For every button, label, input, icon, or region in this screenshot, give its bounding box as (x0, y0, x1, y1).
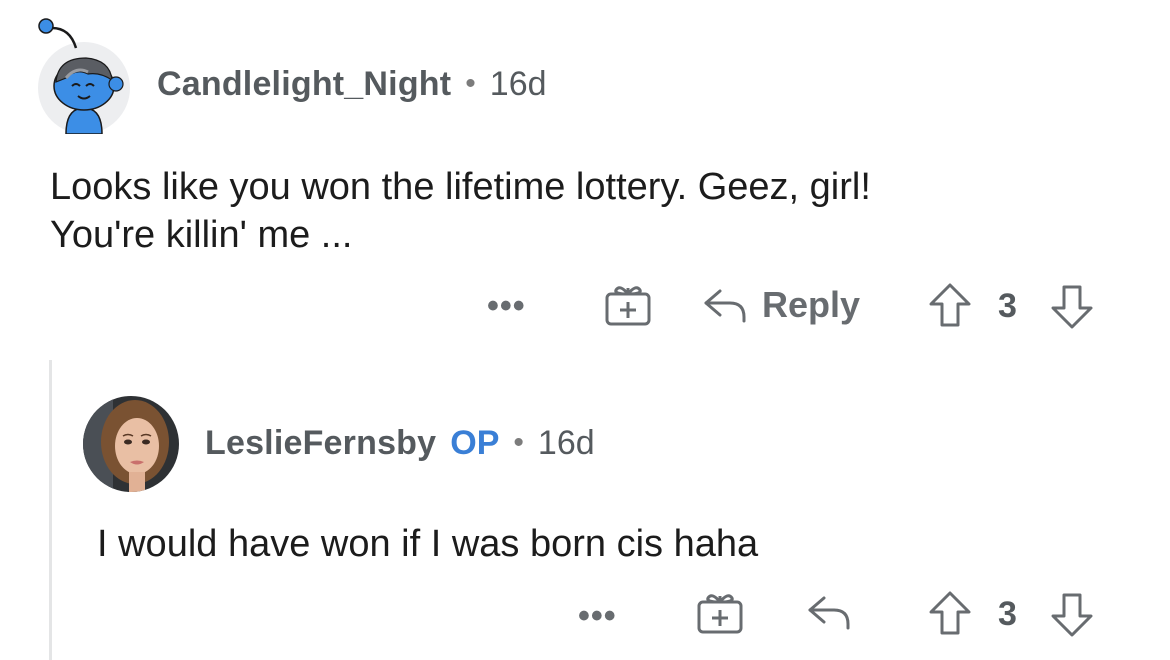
gift-award-icon (605, 286, 651, 326)
comment-meta: Candlelight_Night • 16d (157, 62, 547, 106)
downvote-button[interactable] (1050, 592, 1094, 638)
vote-score: 3 (998, 287, 1017, 325)
more-options-button[interactable]: ••• (578, 599, 617, 633)
upvote-button[interactable] (928, 590, 972, 636)
reply-arrow-icon (704, 289, 746, 323)
vote-score: 3 (998, 595, 1017, 633)
comment-meta: LeslieFernsby OP • 16d (205, 420, 595, 466)
reply-arrow-icon (808, 596, 850, 630)
username-link[interactable]: LeslieFernsby (205, 424, 436, 463)
gift-award-icon (697, 594, 743, 634)
upvote-button[interactable] (928, 282, 972, 328)
separator-dot: • (465, 67, 476, 100)
award-button[interactable] (696, 592, 744, 634)
downvote-button[interactable] (1050, 284, 1094, 330)
downvote-arrow-icon (1051, 593, 1093, 637)
snoo-antenna-icon (38, 18, 78, 49)
reply-label: Reply (762, 284, 861, 325)
comment-body: I would have won if I was born cis haha (97, 523, 759, 565)
comment-age[interactable]: 16d (538, 424, 595, 463)
avatar[interactable] (83, 396, 179, 492)
comment-age[interactable]: 16d (490, 65, 547, 104)
comment-body: Looks like you won the lifetime lottery.… (50, 166, 871, 256)
upvote-arrow-icon (929, 283, 971, 327)
more-options-button[interactable]: ••• (487, 289, 526, 323)
user-portrait-avatar (83, 396, 179, 492)
thread-line[interactable] (49, 360, 52, 660)
upvote-arrow-icon (929, 591, 971, 635)
reply-button[interactable]: Reply (702, 284, 860, 326)
separator-dot: • (513, 426, 524, 459)
reply-button[interactable] (806, 592, 852, 632)
op-badge: OP (450, 423, 500, 462)
username-link[interactable]: Candlelight_Night (157, 65, 451, 104)
downvote-arrow-icon (1051, 285, 1093, 329)
award-button[interactable] (604, 284, 652, 326)
